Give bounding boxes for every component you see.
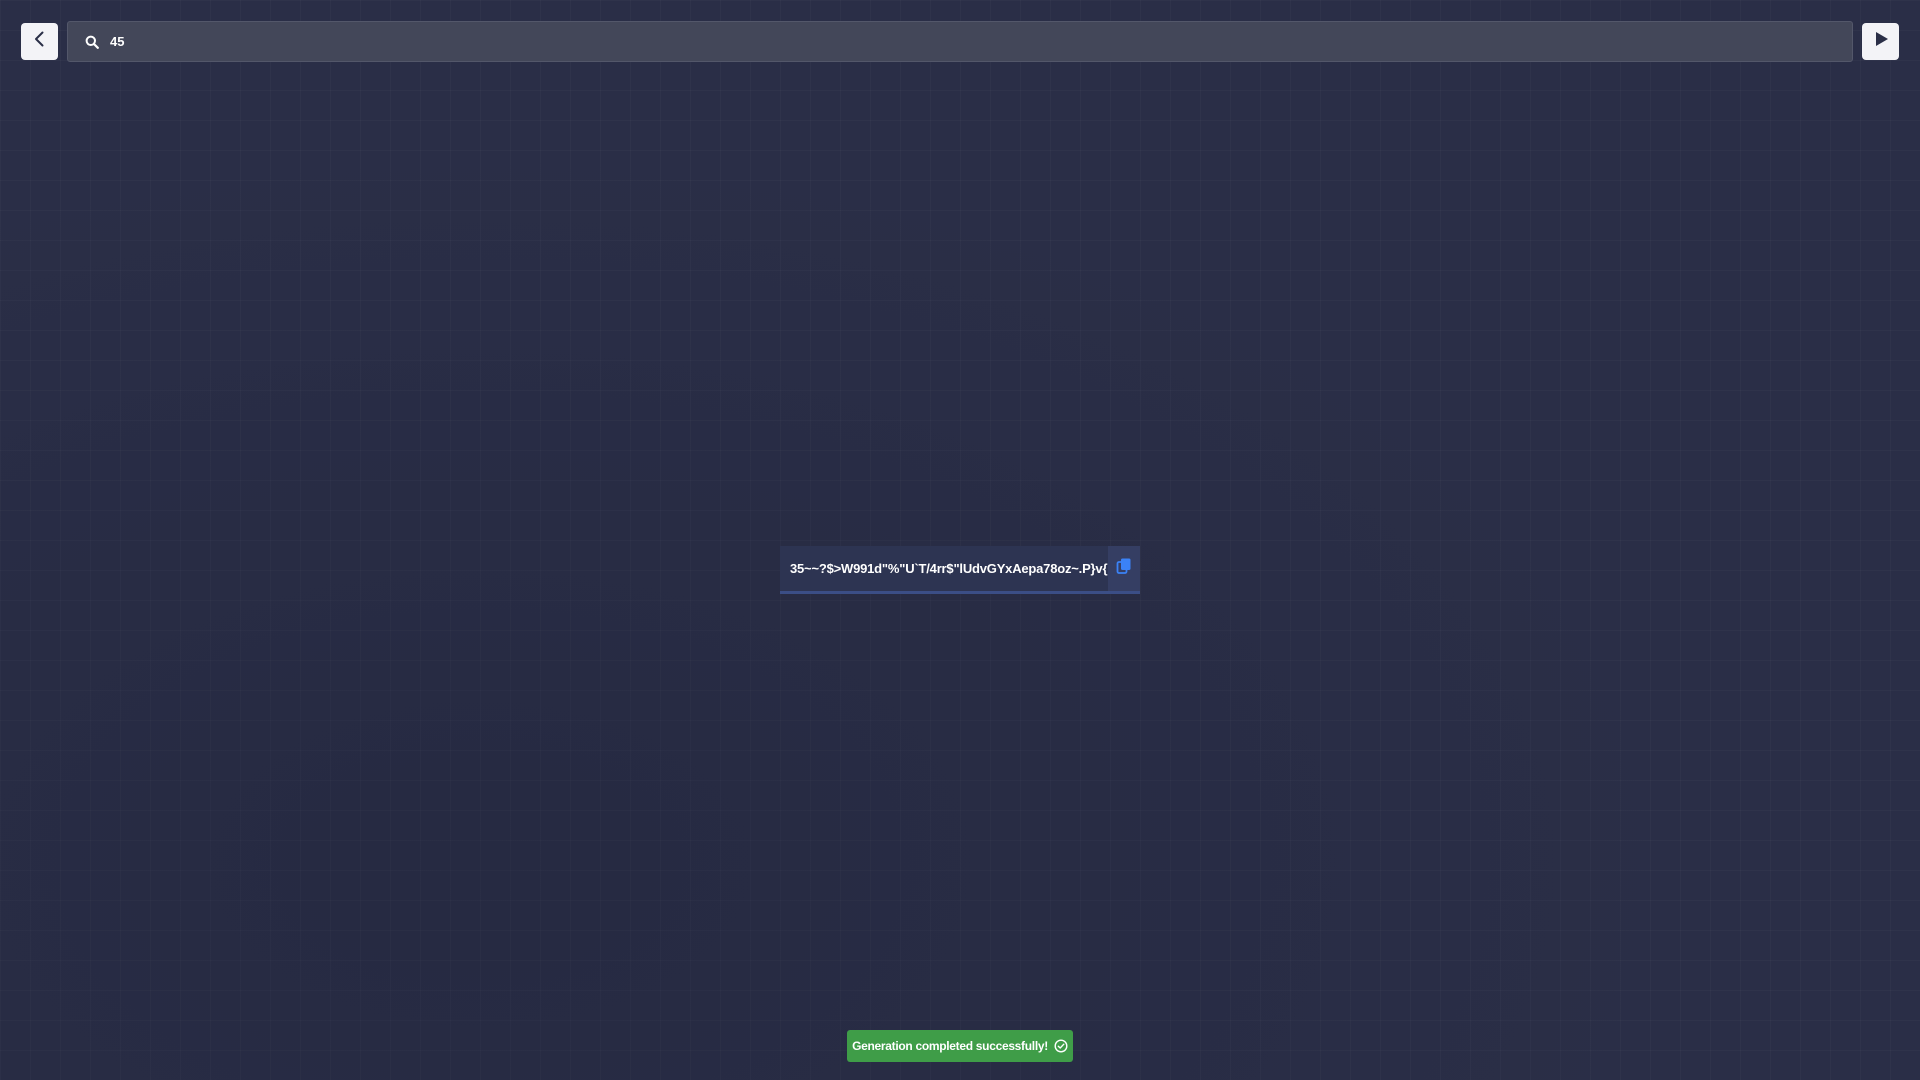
generated-text: 35~~?$>W991d"%"U`T/4rr$"lUdvGYxAepa78oz~… — [790, 561, 1108, 576]
copy-button[interactable] — [1108, 546, 1140, 591]
search-input[interactable] — [110, 22, 1852, 61]
copy-icon — [1115, 557, 1133, 580]
success-toast: Generation completed successfully! — [847, 1030, 1073, 1062]
check-circle-icon — [1054, 1039, 1068, 1053]
generated-output: 35~~?$>W991d"%"U`T/4rr$"lUdvGYxAepa78oz~… — [780, 546, 1140, 594]
back-button[interactable] — [21, 23, 58, 60]
search-icon — [84, 34, 100, 50]
play-icon — [1872, 30, 1890, 53]
play-button[interactable] — [1862, 23, 1899, 60]
chevron-left-icon — [31, 30, 49, 53]
toast-message: Generation completed successfully! — [852, 1039, 1048, 1053]
search-bar — [67, 21, 1853, 62]
